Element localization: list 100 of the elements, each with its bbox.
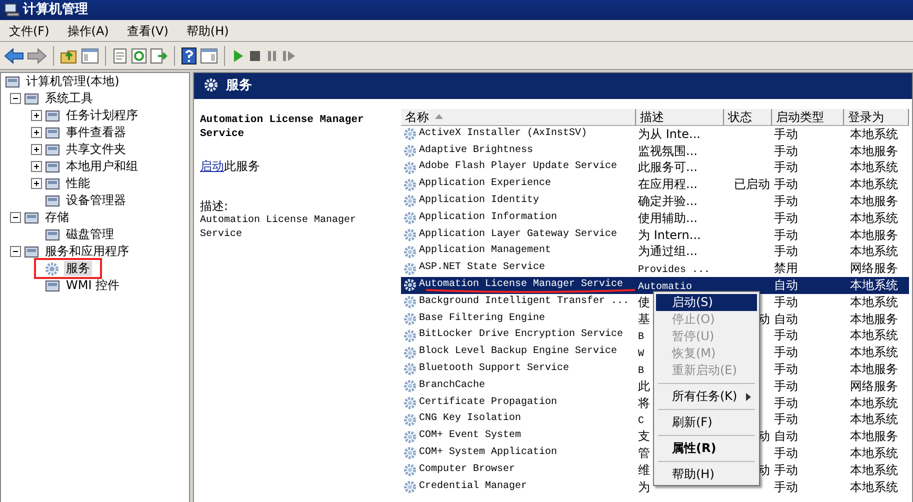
gear-icon [403,228,417,242]
refresh-icon[interactable] [131,48,147,64]
restart-icon[interactable] [282,48,296,62]
tree-node-icon [24,244,40,258]
menu-item[interactable]: 帮助(H) [177,20,238,41]
service-name[interactable]: ActiveX Installer (AxInstSV) [419,126,588,143]
table-cell: 本地系统 [850,294,898,309]
plus-box-icon[interactable] [31,178,42,189]
table-cell: 在应用程... [638,177,698,192]
plus-box-icon[interactable] [31,161,42,172]
tree-item[interactable]: 本地用户和组 [64,159,140,174]
service-name[interactable]: Adobe Flash Player Update Service [419,159,618,176]
service-name[interactable]: Application Layer Gateway Service [419,226,618,244]
tree-item[interactable]: 服务和应用程序 [43,244,131,259]
minus-box-icon[interactable] [10,246,21,257]
table-cell: 确定并验... [638,194,698,208]
service-name[interactable]: Automation License Manager Service [419,276,624,294]
tree-item[interactable]: WMI 控件 [64,278,122,293]
tree-node-icon [45,126,61,140]
table-cell: 本地系统 [850,480,898,494]
tree-node-icon [24,210,40,224]
menu-item[interactable]: 启动(S) [656,294,757,311]
plus-box-icon[interactable] [31,144,42,155]
service-name[interactable]: BranchCache [419,378,486,395]
export-list-icon[interactable] [150,48,168,64]
table-cell: 本地服务 [850,429,898,444]
table-cell: 本地服务 [850,362,898,376]
help-icon[interactable] [181,46,197,64]
tree-item[interactable]: 磁盘管理 [64,227,116,242]
service-name[interactable]: Application Management [419,243,552,260]
table-cell: 本地系统 [850,462,898,477]
minus-box-icon[interactable] [10,93,21,104]
tree-item[interactable]: 服务 [64,261,92,276]
column-header[interactable]: 描述 [636,109,724,125]
column-header[interactable]: 登录为 [844,109,909,125]
tree-item[interactable]: 共享文件夹 [64,142,128,157]
table-cell: 自动 [774,429,798,444]
plus-box-icon[interactable] [31,127,42,138]
service-name[interactable]: Adaptive Brightness [419,142,534,160]
properties-icon[interactable] [112,48,128,64]
menu-item[interactable]: 查看(V) [118,20,178,41]
tree-item[interactable]: 系统工具 [43,91,95,106]
service-name[interactable]: Application Identity [419,192,540,210]
table-cell: 管 [638,446,650,460]
service-name[interactable]: Base Filtering Engine [419,310,546,328]
service-name[interactable]: BitLocker Drive Encryption Service [419,327,624,344]
service-name[interactable]: COM+ System Application [419,444,558,462]
minus-box-icon[interactable] [10,212,21,223]
pause-icon[interactable] [265,48,279,62]
action-pane-icon[interactable] [200,48,218,64]
tree-item[interactable]: 设备管理器 [64,193,128,208]
service-name[interactable]: Certificate Propagation [419,394,558,412]
console-tree-icon[interactable] [81,48,99,64]
column-header[interactable]: 启动类型 [772,109,844,125]
menu-item[interactable]: 帮助(H) [656,466,757,483]
service-name[interactable]: COM+ Event System [419,428,522,445]
table-cell: 本地服务 [850,312,898,326]
gear-icon [403,127,417,142]
tree-item[interactable]: 计算机管理(本地) [24,74,122,89]
service-name[interactable]: ASP.NET State Service [419,260,546,277]
play-icon[interactable] [231,48,245,62]
service-name[interactable]: Background Intelligent Transfer ... [419,294,630,311]
table-cell: 手动 [774,446,798,460]
gear-icon [403,412,417,427]
menu-item[interactable]: 属性(R) [656,440,757,457]
service-name[interactable]: Application Experience [419,176,552,193]
table-cell: 禁用 [774,261,798,276]
table-cell: 自动 [774,312,798,326]
column-header[interactable]: 状态 [724,109,772,125]
table-cell: 本地服务 [850,194,898,208]
table-cell: Provides ... [638,265,710,276]
up-folder-icon[interactable] [60,48,78,64]
service-name[interactable]: CNG Key Isolation [419,411,522,428]
forward-arrow-icon[interactable] [27,48,47,64]
tree-node-icon [45,278,61,292]
service-name[interactable]: Credential Manager [419,478,528,496]
table-cell: 自动 [774,278,798,292]
column-header[interactable]: 名称 [401,109,636,125]
gear-icon [403,379,417,394]
tree-item[interactable]: 存储 [43,210,71,225]
menu-item[interactable]: 刷新(F) [656,414,757,431]
service-name[interactable]: Block Level Backup Engine Service [419,344,618,361]
table-cell: C [638,416,644,428]
tree-item[interactable]: 任务计划程序 [64,108,140,123]
start-service-link[interactable]: 启动 [200,159,224,173]
table-cell: 手动 [774,412,798,426]
table-cell: 手动 [774,126,798,141]
service-name[interactable]: Application Information [419,210,558,227]
menu-item[interactable]: 文件(F) [0,20,58,41]
table-cell: 为 Intern... [638,228,701,242]
menu-item[interactable]: 所有任务(K) [656,388,757,405]
plus-box-icon[interactable] [31,110,42,121]
stop-icon[interactable] [248,48,262,62]
service-name[interactable]: Computer Browser [419,462,516,479]
menu-item[interactable]: 操作(A) [58,20,118,41]
service-name[interactable]: Bluetooth Support Service [419,360,570,378]
gear-icon [403,328,417,343]
tree-item[interactable]: 性能 [64,176,92,191]
back-arrow-icon[interactable] [4,48,24,64]
tree-item[interactable]: 事件查看器 [64,125,128,140]
